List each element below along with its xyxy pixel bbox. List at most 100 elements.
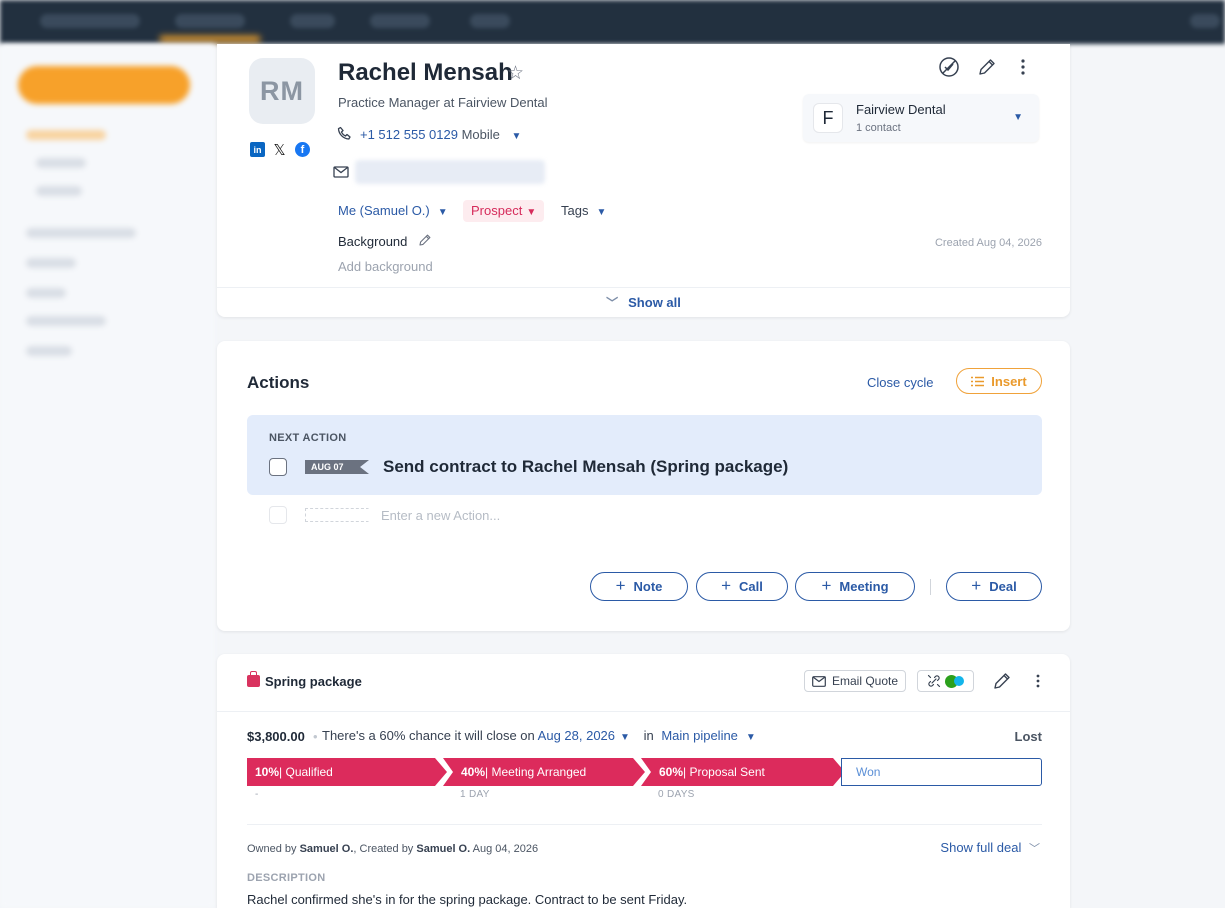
add-background-link[interactable]: Add background xyxy=(338,259,433,274)
plus-icon: + xyxy=(615,575,626,595)
show-all-label: Show all xyxy=(628,295,681,310)
next-action-checkbox[interactable] xyxy=(269,458,287,476)
company-selector[interactable]: F Fairview Dental 1 contact ▼ xyxy=(803,94,1039,142)
x-icon[interactable]: 𝕏 xyxy=(272,142,287,159)
new-action-date-flag[interactable] xyxy=(305,508,369,522)
stage-name: Meeting Arranged xyxy=(491,765,587,779)
briefcase-icon xyxy=(247,671,260,687)
chevron-down-icon: ▼ xyxy=(620,732,630,743)
close-cycle-link[interactable]: Close cycle xyxy=(867,375,933,390)
show-all-button[interactable]: ﹀ Show all xyxy=(217,287,1070,317)
linkedin-icon[interactable]: in xyxy=(250,142,265,157)
due-date-flag[interactable]: AUG 07 xyxy=(305,460,369,474)
pipeline-stage[interactable]: 40% | Meeting Arranged xyxy=(443,758,645,786)
facebook-icon[interactable]: f xyxy=(295,142,310,157)
mail-icon xyxy=(812,675,826,687)
call-label: Call xyxy=(739,579,763,594)
more-vertical-icon[interactable] xyxy=(1027,670,1049,692)
created-prefix: , Created by xyxy=(353,843,414,855)
next-action-label: NEXT ACTION xyxy=(269,432,347,444)
pipeline-value: Main pipeline xyxy=(661,728,738,743)
phone-value: +1 512 555 0129 xyxy=(360,127,458,142)
stage-duration: - xyxy=(255,789,259,800)
next-action-panel: NEXT ACTION AUG 07 Send contract to Rach… xyxy=(247,415,1042,495)
edit-icon[interactable] xyxy=(991,670,1013,692)
new-action-input[interactable] xyxy=(381,505,681,525)
chevron-down-icon: ▼ xyxy=(1013,112,1023,123)
pipeline-stage[interactable]: 60% | Proposal Sent xyxy=(641,758,845,786)
unlink-icon xyxy=(927,674,941,688)
status-badge[interactable]: Prospect ▼ xyxy=(463,200,545,222)
divider xyxy=(247,824,1042,825)
stage-duration: 0 DAYS xyxy=(658,789,695,800)
description-label: DESCRIPTION xyxy=(247,872,326,884)
contact-card: RM in 𝕏 f Rachel Mensah ☆ Practice Manag… xyxy=(217,44,1070,317)
deal-ownership: Owned by Samuel O., Created by Samuel O.… xyxy=(247,843,538,855)
no-tracking-icon[interactable] xyxy=(938,56,960,78)
add-call-button[interactable]: + Call xyxy=(696,572,788,601)
tags-dropdown[interactable]: Tags ▼ xyxy=(561,203,606,218)
chevron-down-icon: ▼ xyxy=(596,207,607,218)
deal-description[interactable]: Rachel confirmed she's in for the spring… xyxy=(247,892,687,907)
xero-icon xyxy=(954,676,964,686)
deal-label: Deal xyxy=(989,579,1017,594)
add-note-button[interactable]: + Note xyxy=(590,572,688,601)
avatar: RM xyxy=(249,58,315,124)
phone-icon xyxy=(337,126,351,140)
chevron-down-icon[interactable]: ▼ xyxy=(512,131,522,142)
close-date-dropdown[interactable]: Aug 28, 2026 ▼ xyxy=(538,728,630,743)
email-field-redacted xyxy=(355,160,545,184)
company-name: Fairview Dental xyxy=(856,102,946,117)
pipeline-dropdown[interactable]: Main pipeline ▼ xyxy=(661,728,756,743)
status-label: Prospect xyxy=(471,203,523,218)
list-icon xyxy=(971,376,985,386)
email-quote-button[interactable]: Email Quote xyxy=(804,670,906,692)
stage-percent: 40% xyxy=(461,765,486,779)
chevron-down-icon: ﹀ xyxy=(606,296,619,310)
pencil-icon[interactable] xyxy=(418,233,432,247)
actions-card: Actions Close cycle Insert NEXT ACTION A… xyxy=(217,341,1070,631)
add-meeting-button[interactable]: + Meeting xyxy=(795,572,915,601)
quickbooks-sync-button[interactable] xyxy=(917,670,974,692)
show-full-deal-link[interactable]: Show full deal ﹀ xyxy=(940,840,1040,856)
pipeline-stage[interactable]: 10% | Qualified xyxy=(247,758,447,786)
insert-button[interactable]: Insert xyxy=(956,368,1042,394)
tags-label: Tags xyxy=(561,203,589,218)
chevron-down-icon: ▼ xyxy=(745,732,756,743)
next-action-text[interactable]: Send contract to Rachel Mensah (Spring p… xyxy=(383,457,788,477)
divider xyxy=(930,579,931,595)
more-vertical-icon[interactable] xyxy=(1012,56,1034,78)
top-navigation-bar xyxy=(0,0,1225,44)
deal-amount[interactable]: $3,800.00 xyxy=(247,729,305,744)
created-by: Samuel O. xyxy=(416,843,471,855)
company-contact-count: 1 contact xyxy=(856,122,901,134)
left-sidebar xyxy=(0,44,215,908)
stage-name: Proposal Sent xyxy=(689,765,765,779)
meeting-label: Meeting xyxy=(839,579,889,594)
chevron-down-icon: ▼ xyxy=(526,207,537,218)
add-deal-button[interactable]: + Deal xyxy=(946,572,1042,601)
deal-title[interactable]: Spring package xyxy=(265,674,362,689)
star-icon[interactable]: ☆ xyxy=(507,62,524,85)
actions-title: Actions xyxy=(247,373,310,392)
deal-card: Spring package Email Quote $3,800.00 • T… xyxy=(217,654,1070,908)
owned-prefix: Owned by xyxy=(247,843,297,855)
mark-lost-button[interactable]: Lost xyxy=(1015,729,1042,744)
stage-percent: 10% xyxy=(255,765,280,779)
owner-dropdown[interactable]: Me (Samuel O.) ▼ xyxy=(338,203,448,218)
mail-icon xyxy=(333,166,349,178)
owner-label: Me (Samuel O.) xyxy=(338,203,430,218)
edit-icon[interactable] xyxy=(976,56,998,78)
won-stage[interactable]: Won xyxy=(841,758,1042,786)
phone-type: Mobile xyxy=(461,127,500,142)
stage-duration: 1 DAY xyxy=(460,789,490,800)
plus-icon: + xyxy=(721,575,732,595)
phone-number[interactable]: +1 512 555 0129 Mobile ▼ xyxy=(360,127,521,142)
email-quote-label: Email Quote xyxy=(831,674,899,688)
chevron-down-icon: ﹀ xyxy=(1029,843,1040,855)
stage-percent: 60% xyxy=(659,765,684,779)
contact-name: Rachel Mensah xyxy=(338,59,513,86)
plus-icon: + xyxy=(971,575,982,595)
close-date-value: Aug 28, 2026 xyxy=(537,728,616,743)
background-label: Background xyxy=(338,234,408,249)
